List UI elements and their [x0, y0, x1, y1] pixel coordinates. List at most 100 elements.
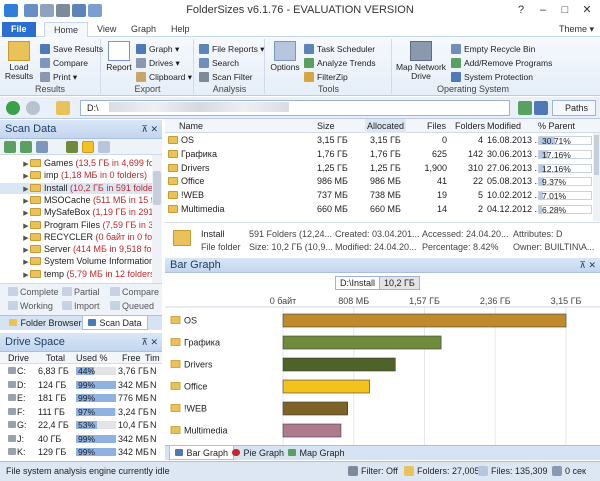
save-results-button[interactable]: Save Results — [40, 43, 103, 55]
compare-button[interactable]: Compare — [40, 57, 88, 69]
minimize-button[interactable]: – — [532, 2, 554, 18]
bar[interactable] — [282, 335, 442, 350]
list-row[interactable]: Графика 1,76 ГБ 1,76 ГБ 625 142 30.06.2013 ..… — [165, 148, 593, 160]
bar[interactable] — [282, 357, 396, 372]
col-used[interactable]: Used % — [76, 352, 108, 364]
add-remove-programs-button[interactable]: Add/Remove Programs — [451, 57, 552, 69]
tab-map-graph[interactable]: Map Graph — [283, 446, 350, 460]
tab-view[interactable]: View — [88, 22, 125, 37]
theme-menu[interactable]: Theme ▾ — [559, 24, 594, 35]
tab-scan-data[interactable]: Scan Data — [82, 316, 148, 330]
tab-file[interactable]: File — [2, 22, 36, 37]
drive-row[interactable]: C: 6,83 ГБ 44% 3,76 ГБ N — [0, 365, 162, 377]
map-network-drive-button[interactable]: Map Network Drive — [395, 41, 447, 81]
category-label[interactable]: OS — [184, 316, 197, 326]
bar[interactable] — [282, 313, 567, 328]
search-button[interactable]: Search — [199, 57, 239, 69]
forward-icon[interactable] — [26, 101, 40, 115]
tab-bar-graph[interactable]: Bar Graph — [169, 446, 235, 460]
list-row[interactable]: !WEB 737 МБ 738 МБ 19 5 10.02.2012 ... 7.01% — [165, 189, 593, 201]
tree-item[interactable]: ▶MySafeBox (1,19 ГБ in 291 fold — [0, 207, 161, 218]
list-row[interactable]: OS 3,15 ГБ 3,15 ГБ 0 4 16.08.2013 ... 30.71% — [165, 134, 593, 146]
expand-arrow-icon[interactable]: ▶ — [22, 257, 30, 268]
bar-graph-chart[interactable]: 0 байт 808 МБ 1,57 ГБ 2,36 ГБ 3,15 ГБ OS Графи… — [165, 273, 600, 445]
working-op[interactable]: Working — [8, 301, 53, 311]
maximize-button[interactable]: □ — [554, 2, 576, 18]
import-op[interactable]: Import — [62, 301, 100, 311]
category-label[interactable]: Графика — [184, 338, 220, 348]
tree-item[interactable]: ▶Program Files (7,59 ГБ in 3,782 — [0, 220, 161, 231]
refresh-icon[interactable] — [20, 141, 32, 153]
analyze-trends-button[interactable]: Analyze Trends — [304, 57, 376, 69]
expand-arrow-icon[interactable]: ▶ — [22, 233, 30, 244]
col-time[interactable]: Tim — [145, 352, 160, 364]
tree-item[interactable]: ▶ MSOCache (511 МБ in 15 fold — [0, 195, 161, 206]
folder-list[interactable]: Name Size Allocated Files Folders Modifi… — [165, 119, 600, 221]
close-button[interactable]: ✕ — [576, 2, 598, 18]
col-free[interactable]: Free — [122, 352, 141, 364]
bar[interactable] — [282, 401, 348, 416]
expand-arrow-icon[interactable]: ▶ — [22, 270, 30, 281]
scroll-thumb[interactable] — [594, 135, 599, 175]
tree-icon[interactable] — [66, 141, 78, 153]
col-size[interactable]: Size — [317, 119, 335, 133]
drive-row[interactable]: G: 22,4 ГБ 53% 10,4 ГБ N — [0, 419, 162, 431]
col-total[interactable]: Total — [46, 352, 65, 364]
col-drive[interactable]: Drive — [8, 352, 29, 364]
compare-op[interactable]: Compare — [110, 287, 159, 297]
up-folder-icon[interactable] — [56, 101, 70, 115]
list-scrollbar[interactable] — [593, 133, 600, 221]
scan-icon[interactable] — [534, 101, 548, 115]
drive-row[interactable]: K: 129 ГБ 99% 342 МБ N — [0, 446, 162, 458]
category-label[interactable]: !WEB — [184, 404, 207, 414]
list-row[interactable]: Drivers 1,25 ГБ 1,25 ГБ 1,900 310 27.06.2013 … — [165, 162, 593, 174]
layout-icon[interactable] — [36, 141, 48, 153]
paths-button[interactable]: Paths ▾ — [552, 100, 596, 127]
tree-item[interactable]: ▶ temp (5,79 МБ in 12 folders) — [0, 269, 157, 281]
tree-item[interactable]: ▶ imp (1,18 МБ in 0 folders) — [0, 170, 152, 181]
col-files[interactable]: Files — [427, 119, 446, 133]
pane-pin-icon[interactable]: ⊼ ✕ — [141, 120, 158, 139]
tree-scrollbar[interactable] — [152, 155, 162, 283]
scroll-thumb[interactable] — [153, 171, 161, 205]
tab-help[interactable]: Help — [162, 22, 199, 37]
filter-status[interactable]: Filter: Off — [348, 462, 398, 480]
tree-item[interactable]: ▶RECYCLER (0 байт in 0 folders) — [0, 232, 161, 244]
complete-op[interactable]: Complete — [8, 287, 59, 297]
options-button[interactable]: Options — [268, 41, 302, 72]
category-label[interactable]: Multimedia — [184, 426, 228, 436]
tree-item[interactable]: ▶ Install (10,2 ГБ in 591 folders) — [0, 182, 161, 195]
partial-op[interactable]: Partial — [62, 287, 100, 297]
col-percent-parent[interactable]: % Parent — [538, 119, 575, 133]
back-icon[interactable] — [6, 101, 20, 115]
list-row[interactable]: Office 986 МБ 986 МБ 41 22 05.08.2013 ... 9.37… — [165, 175, 593, 187]
pane-close-icon[interactable]: ⊼ ✕ — [141, 333, 158, 352]
graph-export-button[interactable]: Graph ▾ — [136, 43, 179, 55]
help-button[interactable]: ? — [510, 2, 532, 18]
file-reports-button[interactable]: File Reports ▾ — [199, 43, 264, 55]
system-protection-button[interactable]: System Protection — [451, 71, 533, 83]
details-view-icon[interactable] — [98, 141, 110, 153]
tab-folder-browser[interactable]: Folder Browser — [4, 316, 87, 330]
list-view-icon[interactable] — [82, 141, 94, 153]
report-button[interactable]: Report — [104, 41, 134, 72]
expand-arrow-icon[interactable]: ▶ — [22, 184, 30, 195]
collapse-icon[interactable] — [4, 141, 16, 153]
scan-filter-button[interactable]: Scan Filter — [199, 71, 253, 83]
category-label[interactable]: Drivers — [184, 360, 213, 370]
filterzip-button[interactable]: FilterZip — [304, 71, 348, 83]
scan-tree[interactable]: ▶ Games (13,5 ГБ in 4,699 folders ▶ imp (1,… — [0, 155, 162, 283]
expand-arrow-icon[interactable]: ▶ — [22, 159, 30, 170]
drive-table[interactable]: Drive Total Used % Free Tim C: 6,83 ГБ 44%… — [0, 352, 162, 461]
tree-item[interactable]: ▶System Volume Information (< — [0, 256, 161, 268]
expand-arrow-icon[interactable]: ▶ — [22, 245, 30, 256]
drives-export-button[interactable]: Drives ▾ — [136, 57, 180, 69]
bar[interactable] — [282, 423, 342, 438]
drive-row[interactable]: F: 111 ГБ 97% 3,24 ГБ N — [0, 406, 162, 418]
clipboard-button[interactable]: Clipboard ▾ — [136, 71, 192, 83]
list-row[interactable]: Multimedia 660 МБ 660 МБ 14 2 04.12.2012 ... 6… — [165, 203, 593, 215]
category-label[interactable]: Office — [184, 382, 207, 392]
queued-op[interactable]: Queued — [110, 301, 154, 311]
bar[interactable] — [282, 379, 370, 394]
load-results-button[interactable]: Load Results — [4, 41, 34, 81]
